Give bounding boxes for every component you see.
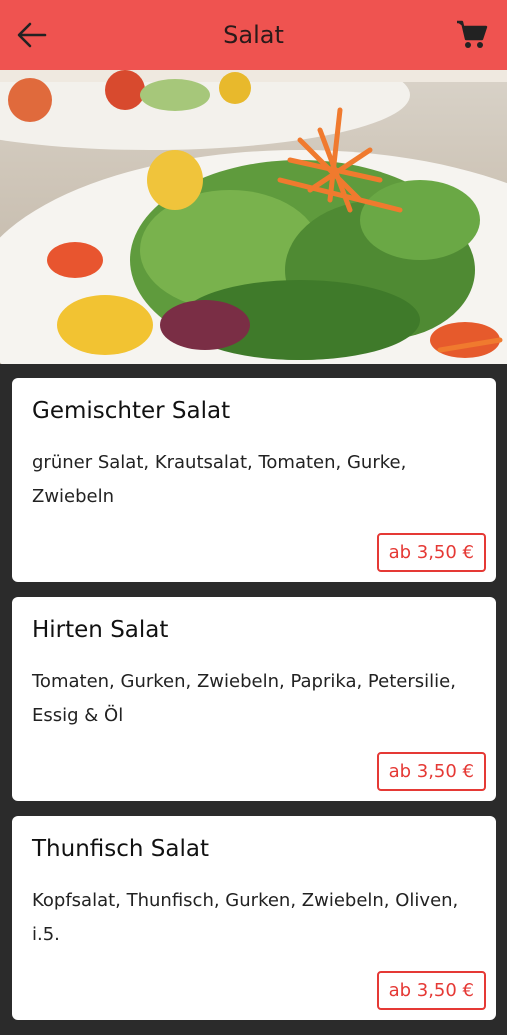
page-title: Salat: [223, 21, 284, 49]
item-description: Kopfsalat, Thunfisch, Gurken, Zwiebeln, …: [32, 890, 459, 945]
salad-photo: [0, 70, 507, 364]
item-name: Gemischter Salat: [32, 398, 231, 424]
shopping-cart-icon: [457, 20, 488, 48]
item-name: Hirten Salat: [32, 617, 169, 643]
menu-list: Gemischter Salat grüner Salat, Krautsala…: [12, 378, 496, 1035]
menu-item-card[interactable]: Hirten Salat Tomaten, Gurken, Zwiebeln, …: [12, 597, 496, 801]
menu-item-card[interactable]: Thunfisch Salat Kopfsalat, Thunfisch, Gu…: [12, 816, 496, 1020]
app-header: Salat: [0, 0, 507, 70]
cart-button[interactable]: [455, 18, 489, 52]
item-name: Thunfisch Salat: [32, 836, 209, 862]
price-button[interactable]: ab 3,50 €: [376, 533, 486, 572]
price-button[interactable]: ab 3,50 €: [376, 971, 486, 1010]
menu-item-card[interactable]: Gemischter Salat grüner Salat, Krautsala…: [12, 378, 496, 582]
item-description: grüner Salat, Krautsalat, Tomaten, Gurke…: [32, 452, 407, 507]
price-button[interactable]: ab 3,50 €: [376, 752, 486, 791]
item-description: Tomaten, Gurken, Zwiebeln, Paprika, Pete…: [32, 671, 456, 726]
hero-image: [0, 70, 507, 364]
